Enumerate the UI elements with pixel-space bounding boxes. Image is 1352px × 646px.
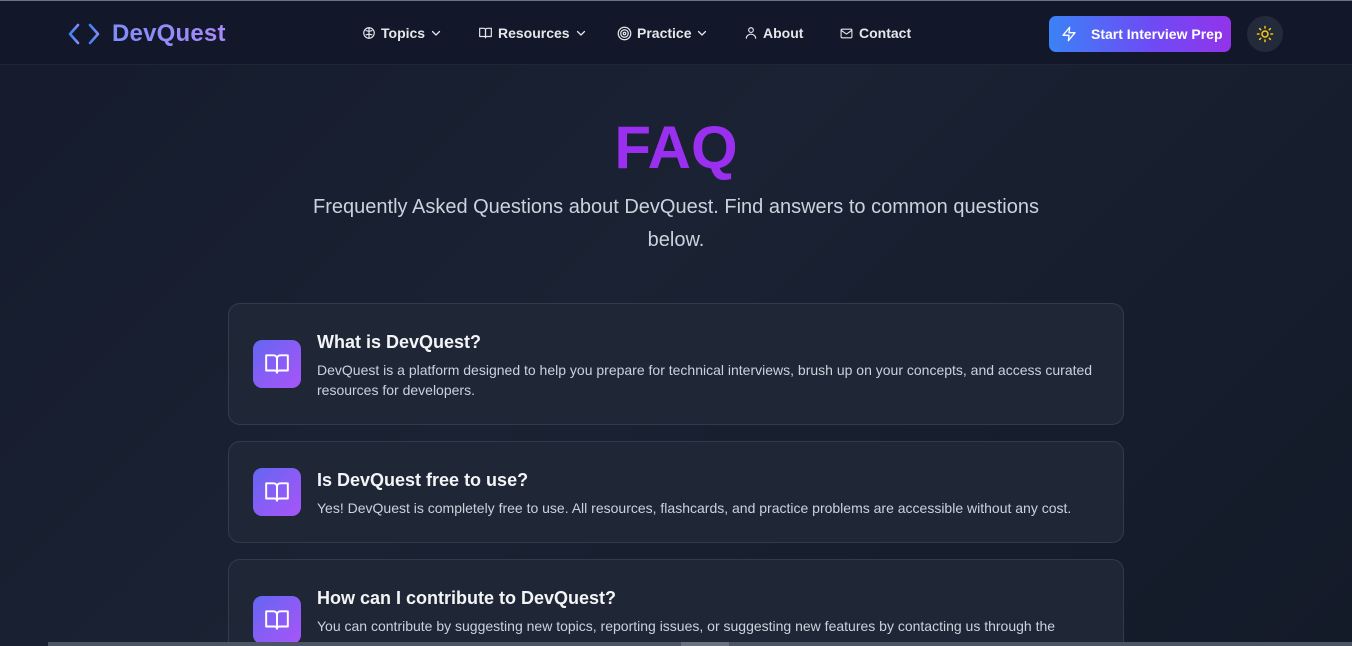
faq-question: What is DevQuest? — [317, 332, 482, 352]
horizontal-scrollbar[interactable] — [48, 642, 1352, 646]
navbar: DevQuest Topics Resources Practice About… — [0, 1, 1352, 65]
chevron-down-icon — [698, 30, 707, 36]
faq-question: Is DevQuest free to use? — [317, 470, 529, 490]
nav-item-label: Resources — [498, 25, 570, 41]
book-open-icon — [253, 340, 301, 388]
faq-answer: Yes! DevQuest is completely free to use.… — [317, 500, 1072, 516]
target-icon — [617, 26, 632, 40]
chevron-down-icon — [431, 30, 441, 36]
cta-label: Start Interview Prep — [1091, 26, 1223, 42]
brand-name: DevQuest — [112, 20, 226, 47]
nav-item-label: About — [763, 25, 804, 41]
page-title: FAQ — [614, 114, 738, 181]
theme-toggle-button[interactable] — [1247, 16, 1283, 52]
nav-item-label: Contact — [859, 25, 912, 41]
nav-item-label: Practice — [637, 25, 692, 41]
faq-item: What is DevQuest? DevQuest is a platform… — [228, 303, 1124, 425]
faq-question: How can I contribute to DevQuest? — [317, 588, 617, 608]
faq-item: How can I contribute to DevQuest? You ca… — [228, 559, 1124, 646]
nav-item-label: Topics — [381, 25, 426, 41]
lightning-icon — [1062, 26, 1076, 42]
page-subtitle: Frequently Asked Questions about DevQues… — [313, 196, 1039, 251]
nav-item-about[interactable]: About — [744, 21, 803, 45]
user-icon — [745, 27, 757, 39]
mail-icon — [840, 28, 853, 38]
scrollbar-thumb[interactable] — [681, 642, 729, 646]
book-open-icon — [479, 27, 492, 39]
book-open-icon — [253, 596, 301, 644]
nav-item-contact[interactable]: Contact — [839, 21, 911, 45]
sun-icon — [1256, 25, 1274, 43]
faq-item: Is DevQuest free to use? Yes! DevQuest i… — [228, 441, 1124, 543]
brain-icon — [363, 27, 375, 39]
faq-answer: You can contribute by suggesting new top… — [317, 618, 1056, 634]
code-brackets-icon — [66, 18, 102, 50]
chevron-down-icon — [576, 30, 585, 36]
nav-item-topics[interactable]: Topics — [362, 21, 442, 45]
start-interview-prep-button[interactable]: Start Interview Prep — [1049, 16, 1231, 52]
nav-item-resources[interactable]: Resources — [478, 21, 587, 45]
brand-logo[interactable]: DevQuest — [66, 18, 226, 50]
nav-item-practice[interactable]: Practice — [617, 21, 708, 45]
book-open-icon — [253, 468, 301, 516]
faq-answer: DevQuest is a platform designed to help … — [317, 362, 1093, 398]
